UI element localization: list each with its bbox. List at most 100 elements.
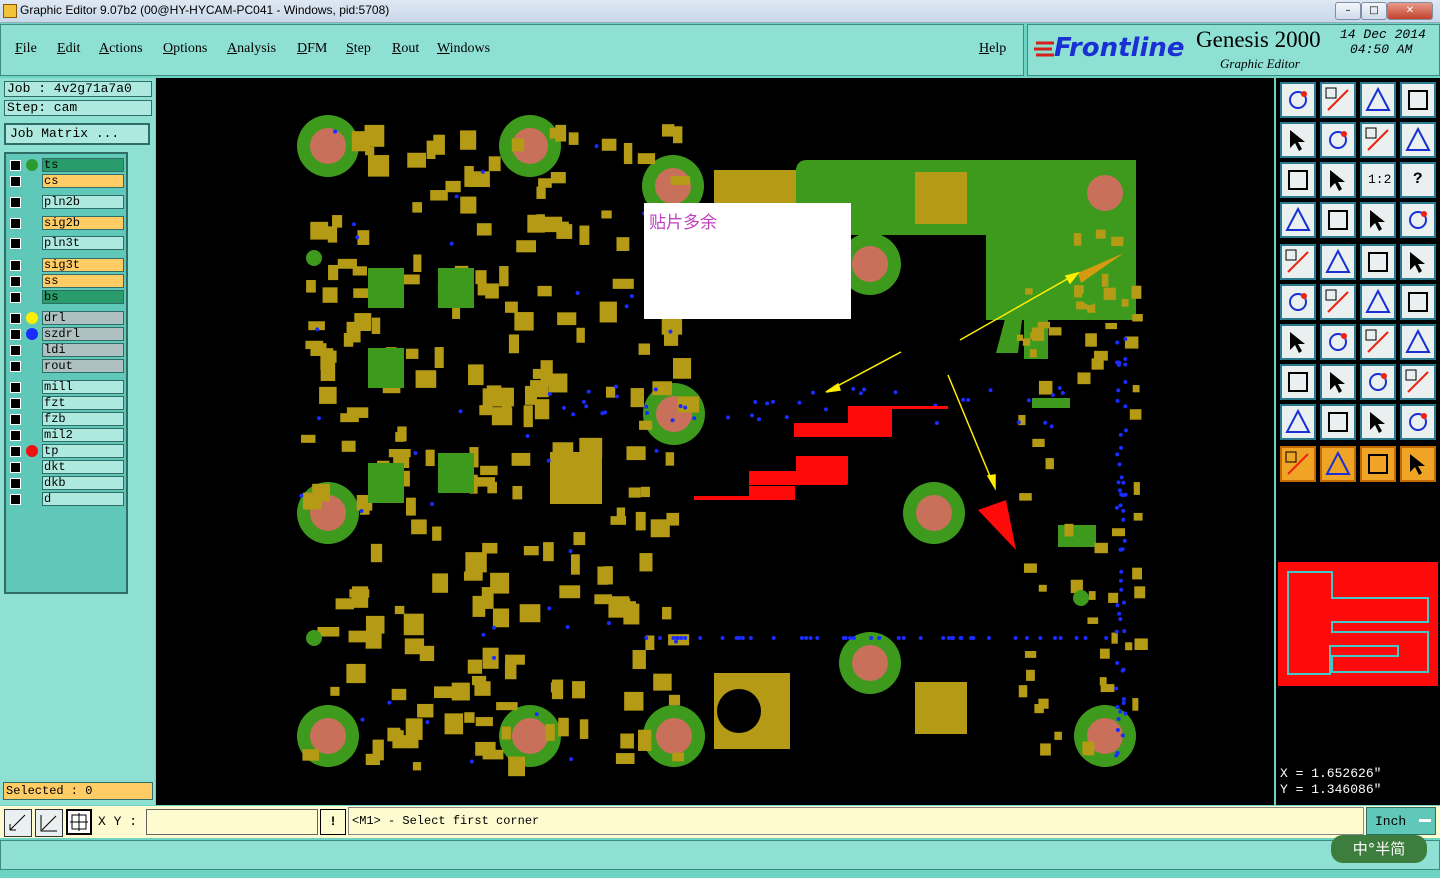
grid-snap-icon[interactable] bbox=[66, 809, 92, 835]
layer-row-pln2b[interactable]: pln2b bbox=[8, 195, 126, 210]
layer-checkbox[interactable] bbox=[10, 260, 21, 271]
menu-rout[interactable]: Rout bbox=[392, 41, 419, 57]
cut-icon[interactable] bbox=[1320, 364, 1356, 400]
menu-file[interactable]: File bbox=[15, 41, 37, 57]
node-icon[interactable] bbox=[1280, 284, 1316, 320]
layer-checkbox[interactable] bbox=[10, 176, 21, 187]
menu-windows[interactable]: Windows bbox=[437, 41, 490, 57]
help-icon[interactable]: ? bbox=[1400, 162, 1436, 198]
layer-checkbox[interactable] bbox=[10, 478, 21, 489]
layer-checkbox[interactable] bbox=[10, 446, 21, 457]
load-icon[interactable] bbox=[1320, 82, 1356, 118]
layer-checkbox[interactable] bbox=[10, 430, 21, 441]
layer-checkbox[interactable] bbox=[10, 414, 21, 425]
exit-icon[interactable] bbox=[1280, 122, 1316, 158]
pointer-icon[interactable] bbox=[1280, 446, 1316, 482]
angle-icon[interactable] bbox=[1280, 324, 1316, 360]
layer-row-bs[interactable]: bs bbox=[8, 290, 126, 305]
layer-row-cs[interactable]: cs bbox=[8, 174, 126, 189]
layer-row-tp[interactable]: tp bbox=[8, 444, 126, 459]
import-icon[interactable] bbox=[1320, 122, 1356, 158]
menu-actions[interactable]: Actions bbox=[99, 41, 143, 57]
copy-icon[interactable] bbox=[1320, 244, 1356, 280]
layer-checkbox[interactable] bbox=[10, 361, 21, 372]
measure-icon[interactable] bbox=[1280, 202, 1316, 238]
layer-checkbox[interactable] bbox=[10, 345, 21, 356]
home-icon[interactable] bbox=[1360, 82, 1396, 118]
layer-row-mil2[interactable]: mil2 bbox=[8, 428, 126, 443]
zoom-fit-icon[interactable] bbox=[35, 809, 63, 837]
flip-icon[interactable] bbox=[1360, 122, 1396, 158]
layer-row-mill[interactable]: mill bbox=[8, 380, 126, 395]
route-icon[interactable] bbox=[1400, 446, 1436, 482]
pad-icon[interactable] bbox=[1400, 244, 1436, 280]
center-icon[interactable] bbox=[1320, 162, 1356, 198]
window-icon[interactable] bbox=[1400, 82, 1436, 118]
ime-indicator[interactable]: 中°半简 bbox=[1331, 835, 1427, 863]
layer-checkbox[interactable] bbox=[10, 197, 21, 208]
layer-checkbox[interactable] bbox=[10, 329, 21, 340]
layer-row-ldi[interactable]: ldi bbox=[8, 343, 126, 358]
menu-analysis[interactable]: Analysis bbox=[227, 41, 276, 57]
pointer-box-icon[interactable] bbox=[1320, 446, 1356, 482]
job-matrix-button[interactable]: Job Matrix ... bbox=[4, 123, 150, 145]
layer-checkbox[interactable] bbox=[10, 462, 21, 473]
layer-checkbox[interactable] bbox=[10, 276, 21, 287]
text-icon[interactable] bbox=[1400, 324, 1436, 360]
resize-icon[interactable] bbox=[1360, 364, 1396, 400]
join-icon[interactable] bbox=[1280, 364, 1316, 400]
triangle-line-icon[interactable] bbox=[1400, 404, 1436, 440]
layer-row-sig3t[interactable]: sig3t bbox=[8, 258, 126, 273]
layer-checkbox[interactable] bbox=[10, 238, 21, 249]
triangle-mark-icon[interactable] bbox=[1360, 404, 1396, 440]
menu-dfm[interactable]: DFM bbox=[297, 41, 327, 57]
layer-row-d[interactable]: d bbox=[8, 492, 126, 507]
menu-step[interactable]: Step bbox=[346, 41, 371, 57]
line-icon[interactable] bbox=[1360, 284, 1396, 320]
warning-button[interactable]: ! bbox=[320, 809, 346, 835]
layer-row-ss[interactable]: ss bbox=[8, 274, 126, 289]
close-button[interactable]: ✕ bbox=[1387, 2, 1433, 20]
layer-checkbox[interactable] bbox=[10, 218, 21, 229]
layers-alt-icon[interactable] bbox=[1400, 202, 1436, 238]
triangle-icon[interactable] bbox=[1280, 404, 1316, 440]
layer-row-drl[interactable]: drl bbox=[8, 311, 126, 326]
layer-row-dkb[interactable]: dkb bbox=[8, 476, 126, 491]
fit-icon[interactable] bbox=[1280, 162, 1316, 198]
layer-checkbox[interactable] bbox=[10, 494, 21, 505]
slash-icon[interactable] bbox=[1320, 324, 1356, 360]
line-alt-icon[interactable] bbox=[1400, 284, 1436, 320]
layer-checkbox[interactable] bbox=[10, 398, 21, 409]
layer-row-rout[interactable]: rout bbox=[8, 359, 126, 374]
ruler-icon[interactable] bbox=[1360, 244, 1396, 280]
units-select[interactable]: Inch bbox=[1366, 807, 1436, 835]
shape-icon[interactable] bbox=[1400, 364, 1436, 400]
cross-icon[interactable] bbox=[1320, 284, 1356, 320]
triangle-alt-icon[interactable] bbox=[1320, 404, 1356, 440]
layers-icon[interactable] bbox=[1360, 202, 1396, 238]
maximize-button[interactable]: □ bbox=[1361, 2, 1387, 20]
xy-input[interactable] bbox=[146, 809, 318, 835]
layer-checkbox[interactable] bbox=[10, 292, 21, 303]
graphic-canvas[interactable]: 贴片多余 bbox=[156, 78, 1274, 805]
minimize-button[interactable]: – bbox=[1335, 2, 1361, 20]
menu-edit[interactable]: Edit bbox=[57, 41, 80, 57]
layer-checkbox[interactable] bbox=[10, 382, 21, 393]
circle-pad-icon[interactable] bbox=[1280, 244, 1316, 280]
menu-options[interactable]: Options bbox=[163, 41, 207, 57]
layer-row-sig2b[interactable]: sig2b bbox=[8, 216, 126, 231]
layer-row-ts[interactable]: ts bbox=[8, 158, 126, 173]
layer-row-pln3t[interactable]: pln3t bbox=[8, 236, 126, 251]
pointer-circle-icon[interactable] bbox=[1360, 446, 1396, 482]
layer-row-fzb[interactable]: fzb bbox=[8, 412, 126, 427]
save-icon[interactable] bbox=[1280, 82, 1316, 118]
layer-checkbox[interactable] bbox=[10, 160, 21, 171]
pcb-drawing[interactable] bbox=[156, 78, 1274, 805]
board-preview[interactable] bbox=[1278, 562, 1438, 686]
layer-checkbox[interactable] bbox=[10, 313, 21, 324]
ratio-icon[interactable]: 1:2 bbox=[1360, 162, 1396, 198]
arc-icon[interactable] bbox=[1360, 324, 1396, 360]
snap-icon[interactable] bbox=[1400, 122, 1436, 158]
layer-row-szdrl[interactable]: szdrl bbox=[8, 327, 126, 342]
layer-row-dkt[interactable]: dkt bbox=[8, 460, 126, 475]
